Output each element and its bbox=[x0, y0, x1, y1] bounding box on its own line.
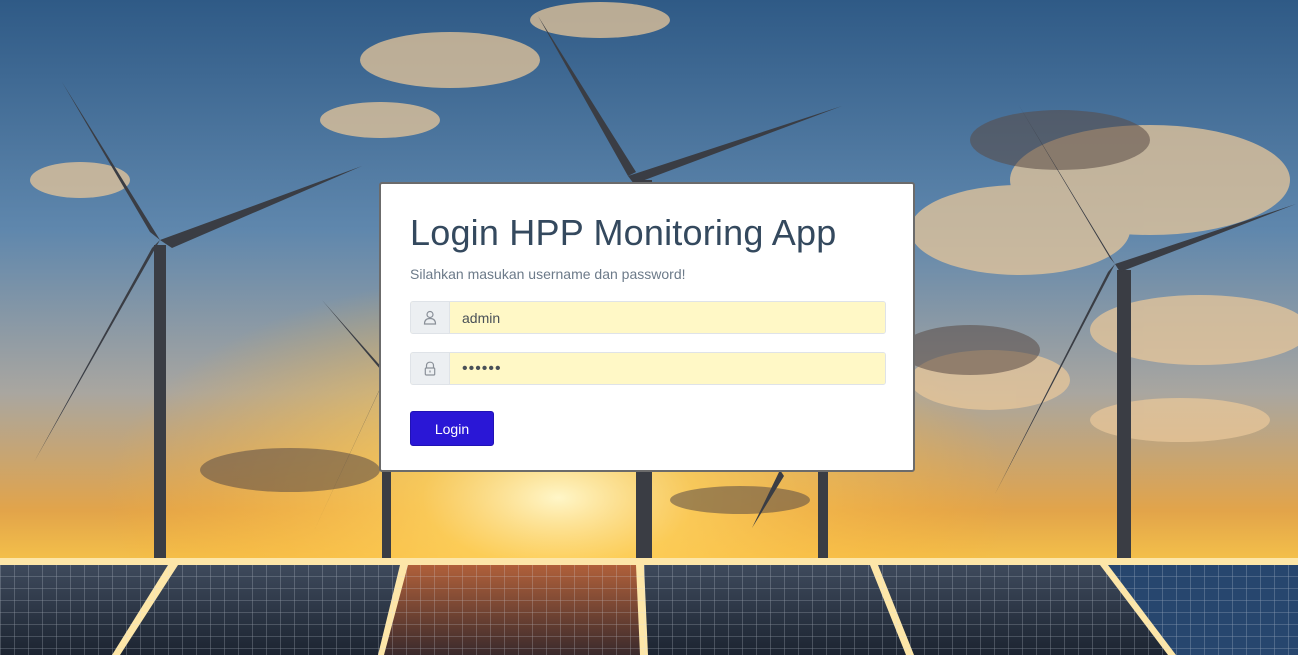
lock-icon bbox=[411, 353, 450, 384]
login-card: Login HPP Monitoring App Silahkan masuka… bbox=[379, 182, 915, 472]
password-field bbox=[410, 352, 886, 385]
lock-icon-glyph bbox=[424, 361, 436, 376]
user-icon-glyph bbox=[423, 310, 437, 325]
username-field bbox=[410, 301, 886, 334]
page-title: Login HPP Monitoring App bbox=[410, 212, 837, 253]
username-input[interactable] bbox=[450, 302, 885, 333]
login-instructions: Silahkan masukan username dan password! bbox=[410, 266, 686, 282]
login-button[interactable]: Login bbox=[410, 411, 494, 446]
password-input[interactable] bbox=[450, 353, 885, 384]
user-icon bbox=[411, 302, 450, 333]
